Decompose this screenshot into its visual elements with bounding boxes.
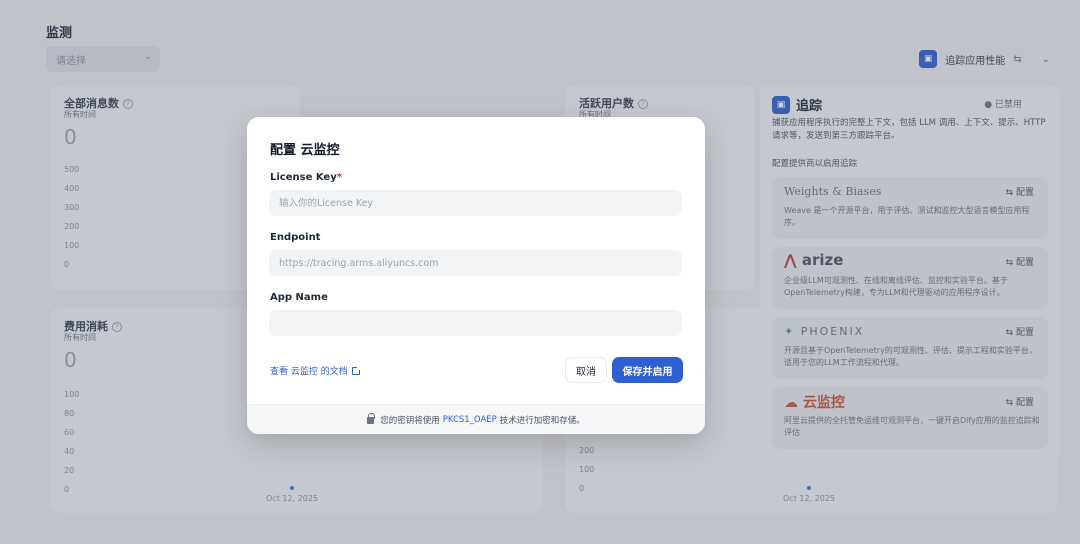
license-key-label: License Key* (270, 172, 342, 183)
encryption-algo: PKCS1_OAEP (442, 414, 497, 425)
app-name-label: App Name (270, 292, 328, 303)
app-name-input[interactable] (269, 310, 682, 336)
footer-suffix: 技术进行加密和存储。 (499, 415, 585, 426)
footer-prefix: 您的密钥将使用 (380, 415, 440, 426)
encryption-note: 您的密钥将使用 PKCS1_OAEP 技术进行加密和存储。 (247, 404, 705, 434)
cancel-button[interactable]: 取消 (565, 357, 607, 383)
endpoint-label: Endpoint (270, 232, 321, 243)
docs-link-text: 查看 云监控 的文档 (270, 367, 348, 377)
modal-title: 配置 云监控 (270, 143, 340, 158)
endpoint-input[interactable] (269, 250, 682, 276)
save-enable-button[interactable]: 保存并启用 (612, 357, 683, 383)
license-key-input[interactable] (269, 190, 682, 216)
external-link-icon (351, 365, 361, 375)
required-mark: * (336, 172, 342, 183)
config-modal: 配置 云监控 License Key* Endpoint App Name 查看… (247, 117, 705, 434)
lock-icon (367, 413, 376, 424)
docs-link[interactable]: 查看 云监控 的文档 (270, 364, 361, 377)
